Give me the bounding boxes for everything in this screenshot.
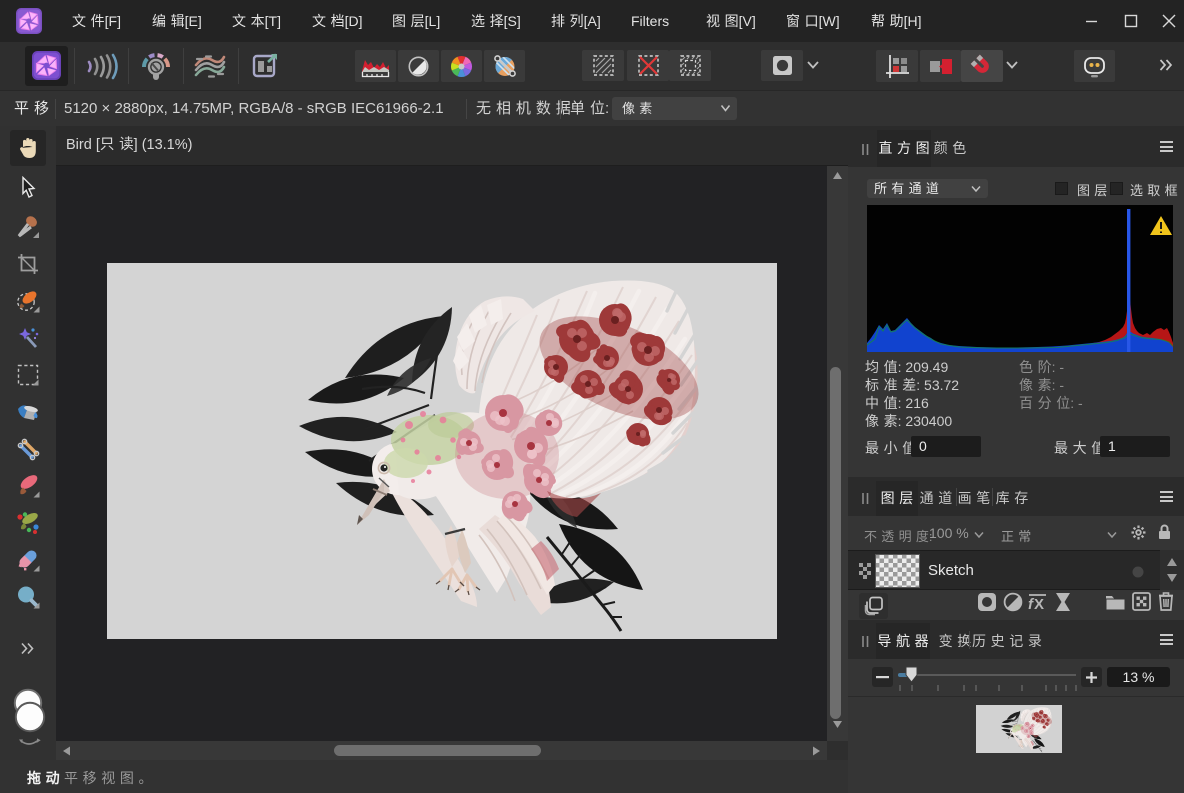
svg-text:X: X (1034, 596, 1044, 612)
